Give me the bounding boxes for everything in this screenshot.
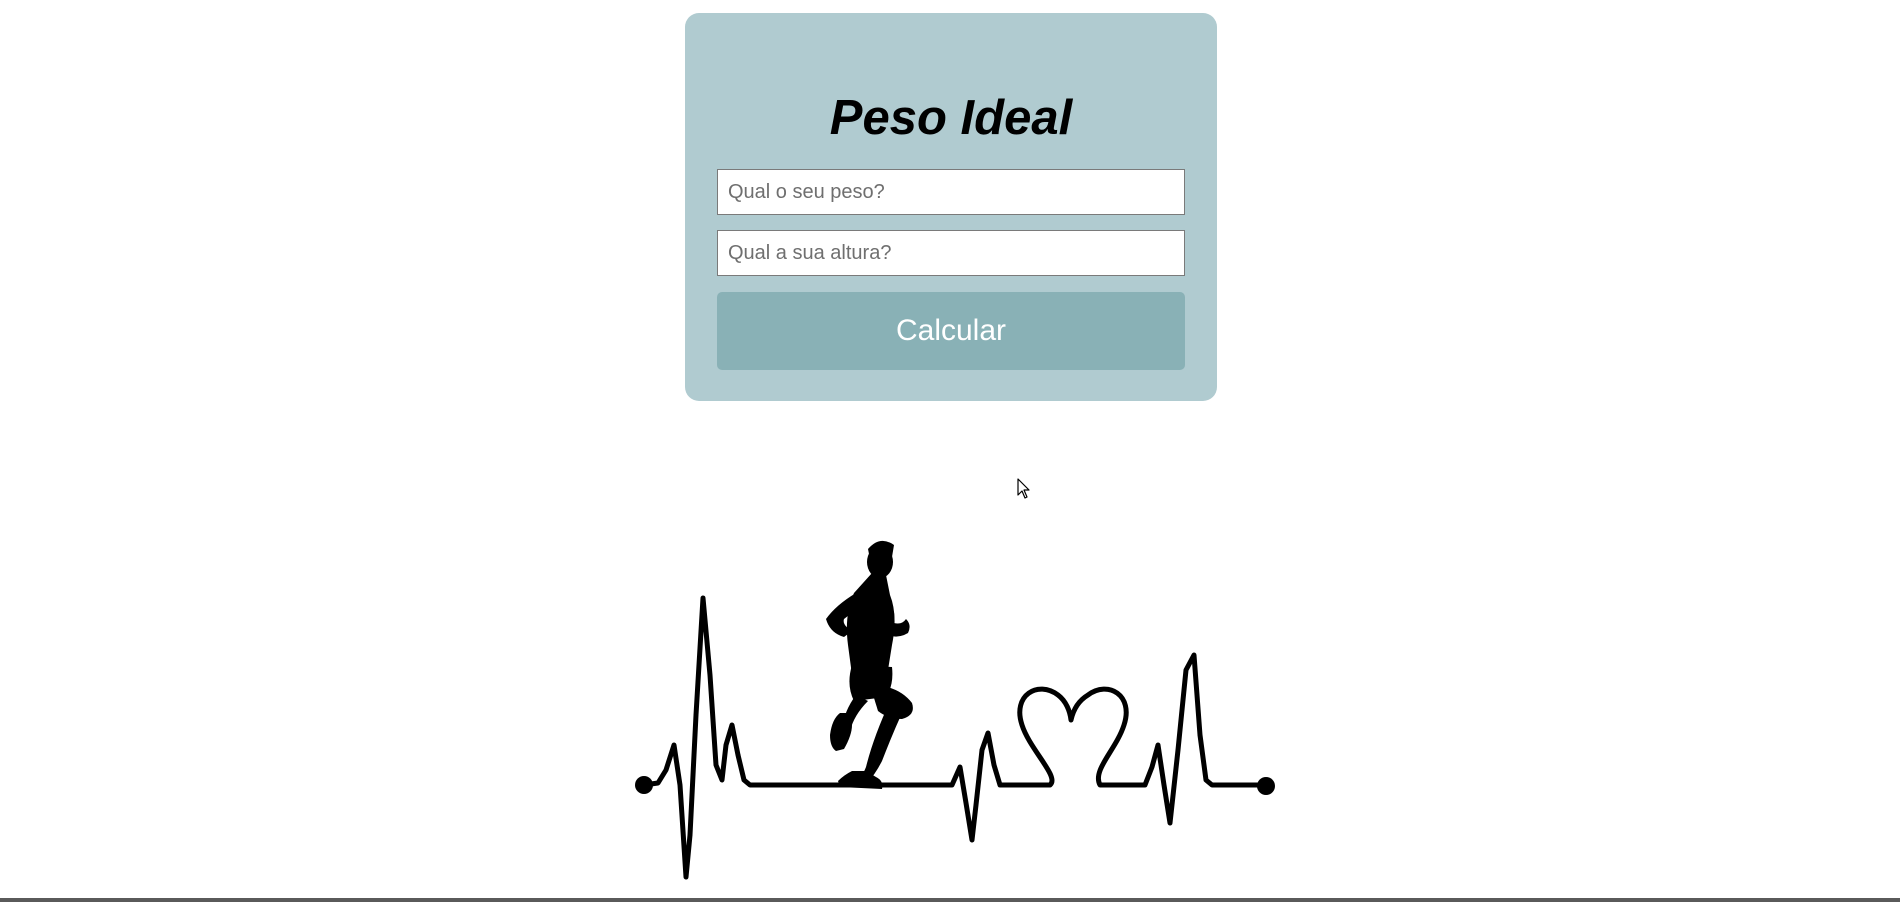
runner-heartbeat-icon <box>635 540 1275 880</box>
heartbeat-line <box>641 595 1265 880</box>
height-input[interactable] <box>717 230 1185 276</box>
runner-silhouette <box>826 540 913 789</box>
weight-input[interactable] <box>717 169 1185 215</box>
page-title: Peso Ideal <box>829 91 1073 145</box>
heartbeat-end-dot <box>1257 777 1275 795</box>
ideal-weight-card: Peso Ideal Calcular <box>685 13 1217 401</box>
mouse-cursor-icon <box>1017 478 1030 499</box>
heartbeat-start-dot <box>635 776 653 794</box>
page: Peso Ideal Calcular <box>0 0 1900 902</box>
bottom-divider <box>0 898 1900 902</box>
calculate-button[interactable]: Calcular <box>717 292 1185 370</box>
